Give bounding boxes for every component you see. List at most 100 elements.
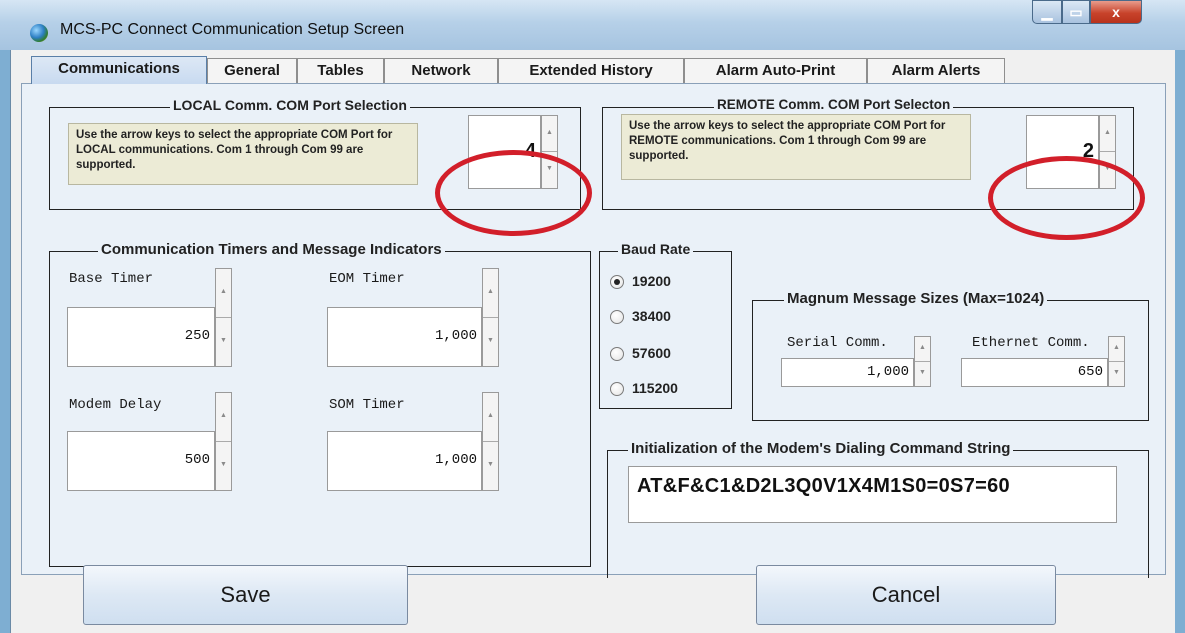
ethernet-comm-down-button[interactable]: ▼	[1109, 362, 1124, 387]
tab-alarm-auto-print[interactable]: Alarm Auto-Print	[684, 58, 867, 83]
arrow-down-icon: ▼	[487, 460, 494, 468]
ethernet-comm-label: Ethernet Comm.	[972, 335, 1090, 351]
eom-timer-up-button[interactable]: ▲	[483, 269, 498, 318]
radio-selected-icon	[610, 275, 624, 289]
modem-delay-input[interactable]: 500	[67, 431, 215, 491]
tab-network[interactable]: Network	[384, 58, 498, 83]
maximize-button[interactable]: ▭	[1062, 0, 1090, 24]
remote-port-highlight-ring	[988, 156, 1145, 240]
communications-panel: LOCAL Comm. COM Port Selection Use the a…	[21, 83, 1166, 578]
som-timer-input[interactable]: 1,000	[327, 431, 482, 491]
tab-label: Alarm Alerts	[891, 62, 981, 79]
save-button[interactable]: Save	[83, 565, 408, 625]
app-globe-icon	[30, 24, 48, 42]
modem-delay-spin-buttons: ▲ ▼	[215, 392, 232, 491]
maximize-icon: ▭	[1069, 4, 1083, 20]
serial-comm-value: 1,000	[866, 364, 909, 380]
timers-group: Communication Timers and Message Indicat…	[49, 241, 591, 567]
som-timer-label: SOM Timer	[329, 397, 405, 413]
baud-option-label: 19200	[632, 273, 671, 289]
base-timer-down-button[interactable]: ▼	[216, 318, 231, 367]
base-timer-input[interactable]: 250	[67, 307, 215, 367]
cancel-button-label: Cancel	[871, 582, 941, 607]
local-port-highlight-ring	[435, 150, 592, 236]
arrow-up-icon: ▲	[1113, 343, 1120, 351]
tab-label: Alarm Auto-Print	[715, 62, 836, 79]
modem-init-title: Initialization of the Modem's Dialing Co…	[628, 440, 1014, 457]
ethernet-comm-value: 650	[1077, 364, 1103, 380]
tab-communications[interactable]: Communications	[31, 56, 207, 84]
arrow-down-icon: ▼	[487, 336, 494, 344]
tab-extended-history[interactable]: Extended History	[498, 58, 684, 83]
baud-option-label: 57600	[632, 345, 671, 361]
base-timer-value: 250	[184, 328, 210, 344]
local-port-title: LOCAL Comm. COM Port Selection	[170, 97, 410, 113]
modem-delay-label: Modem Delay	[69, 397, 162, 413]
arrow-up-icon: ▲	[220, 287, 227, 295]
ethernet-comm-spin-buttons: ▲ ▼	[1108, 336, 1125, 387]
title-bar[interactable]: MCS-PC Connect Communication Setup Scree…	[0, 0, 1185, 50]
base-timer-spin-buttons: ▲ ▼	[215, 268, 232, 367]
client-area: Communications General Tables Network Ex…	[10, 50, 1175, 633]
arrow-up-icon: ▲	[919, 343, 926, 351]
eom-timer-label: EOM Timer	[329, 271, 405, 287]
app-window: MCS-PC Connect Communication Setup Scree…	[0, 0, 1185, 633]
som-timer-spin-buttons: ▲ ▼	[482, 392, 499, 491]
serial-comm-up-button[interactable]: ▲	[915, 337, 930, 362]
tab-tables[interactable]: Tables	[297, 58, 384, 83]
remote-port-title: REMOTE Comm. COM Port Selecton	[714, 97, 954, 112]
serial-comm-down-button[interactable]: ▼	[915, 362, 930, 387]
baud-rate-title: Baud Rate	[618, 241, 694, 257]
eom-timer-input[interactable]: 1,000	[327, 307, 482, 367]
arrow-down-icon: ▼	[220, 336, 227, 344]
som-timer-up-button[interactable]: ▲	[483, 393, 498, 442]
tab-label: Extended History	[529, 62, 653, 79]
som-timer-down-button[interactable]: ▼	[483, 442, 498, 491]
close-button[interactable]: x	[1090, 0, 1142, 24]
radio-empty-icon	[610, 310, 624, 324]
minimize-button[interactable]: ▁	[1032, 0, 1062, 24]
magnum-sizes-group: Magnum Message Sizes (Max=1024) Serial C…	[752, 290, 1149, 421]
local-port-hint: Use the arrow keys to select the appropr…	[68, 123, 418, 185]
radio-empty-icon	[610, 347, 624, 361]
remote-port-up-button[interactable]: ▲	[1100, 116, 1115, 152]
tab-general[interactable]: General	[207, 58, 297, 83]
modem-delay-up-button[interactable]: ▲	[216, 393, 231, 442]
arrow-up-icon: ▲	[220, 411, 227, 419]
eom-timer-spin-buttons: ▲ ▼	[482, 268, 499, 367]
som-timer-value: 1,000	[434, 452, 477, 468]
modem-delay-value: 500	[184, 452, 210, 468]
local-port-up-button[interactable]: ▲	[542, 116, 557, 152]
remote-port-hint: Use the arrow keys to select the appropr…	[621, 114, 971, 180]
serial-comm-spin-buttons: ▲ ▼	[914, 336, 931, 387]
eom-timer-down-button[interactable]: ▼	[483, 318, 498, 367]
modem-command-value: AT&F&C1&D2L3Q0V1X4M1S0=0S7=60	[637, 475, 1010, 497]
tab-label: Tables	[317, 62, 364, 79]
window-title: MCS-PC Connect Communication Setup Scree…	[60, 21, 405, 38]
serial-comm-label: Serial Comm.	[787, 335, 888, 351]
baud-rate-group: Baud Rate 19200 38400 57600 115200	[599, 241, 732, 409]
save-button-label: Save	[220, 582, 271, 607]
modem-init-group: Initialization of the Modem's Dialing Co…	[607, 440, 1149, 578]
minimize-icon: ▁	[1041, 4, 1053, 20]
magnum-sizes-title: Magnum Message Sizes (Max=1024)	[784, 290, 1048, 307]
close-icon: x	[1112, 4, 1120, 20]
arrow-down-icon: ▼	[919, 368, 926, 376]
base-timer-label: Base Timer	[69, 271, 154, 287]
ethernet-comm-input[interactable]: 650	[961, 358, 1108, 387]
modem-delay-down-button[interactable]: ▼	[216, 442, 231, 491]
tab-label: Communications	[58, 60, 180, 77]
tab-label: Network	[411, 62, 471, 79]
cancel-button[interactable]: Cancel	[756, 565, 1056, 625]
tab-alarm-alerts[interactable]: Alarm Alerts	[867, 58, 1005, 83]
arrow-down-icon: ▼	[1113, 368, 1120, 376]
baud-option-label: 38400	[632, 308, 671, 324]
modem-command-input[interactable]: AT&F&C1&D2L3Q0V1X4M1S0=0S7=60	[628, 466, 1117, 523]
timers-title: Communication Timers and Message Indicat…	[98, 241, 445, 258]
base-timer-up-button[interactable]: ▲	[216, 269, 231, 318]
arrow-up-icon: ▲	[487, 411, 494, 419]
baud-option-label: 115200	[632, 380, 678, 396]
serial-comm-input[interactable]: 1,000	[781, 358, 914, 387]
arrow-up-icon: ▲	[487, 287, 494, 295]
ethernet-comm-up-button[interactable]: ▲	[1109, 337, 1124, 362]
